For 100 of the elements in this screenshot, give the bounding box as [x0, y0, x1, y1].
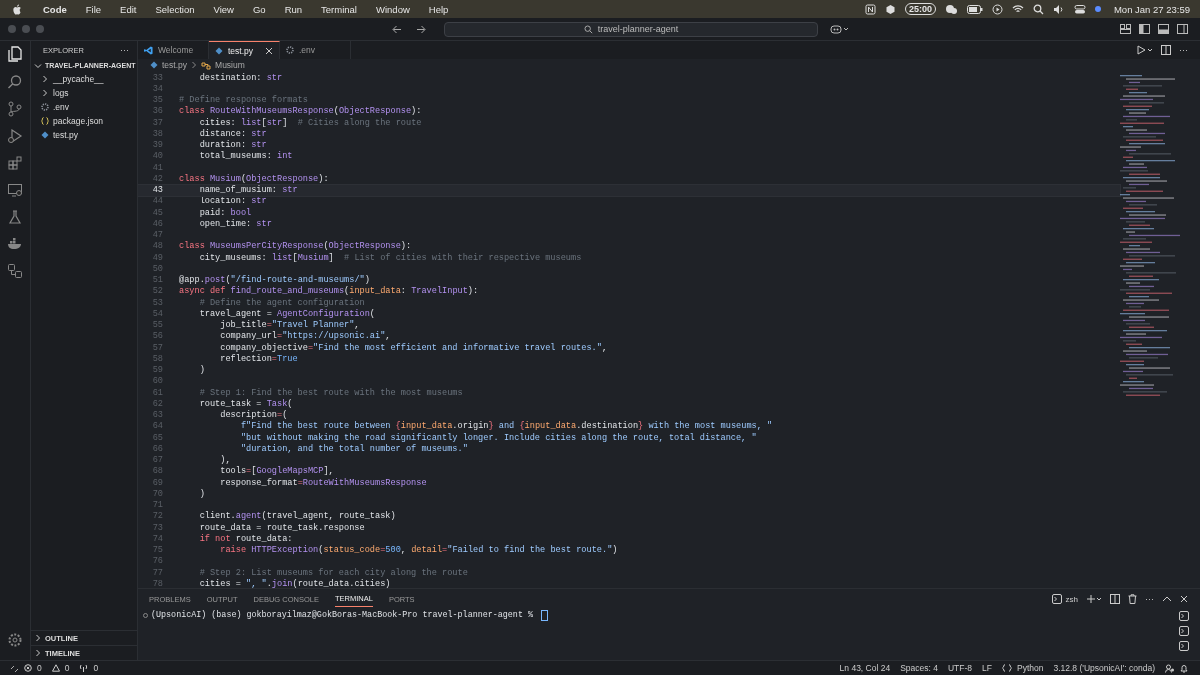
menu-item[interactable]: File — [85, 3, 102, 15]
menu-item[interactable]: Help — [428, 3, 449, 15]
explorer-entry[interactable]: test.py — [31, 128, 137, 142]
line-number: 51 — [151, 275, 163, 286]
cursor-position[interactable]: Ln 43, Col 24 — [839, 663, 891, 673]
code-line: # Define response formats — [179, 95, 308, 106]
line-number: 67 — [151, 455, 163, 466]
hexagon-icon[interactable] — [884, 3, 896, 15]
shell-name[interactable]: zsh — [1065, 594, 1078, 604]
remote-explorer-icon[interactable] — [7, 182, 23, 198]
control-center-icon[interactable] — [1073, 3, 1086, 15]
menu-item[interactable]: View — [213, 3, 234, 15]
terminal-icon[interactable] — [1179, 626, 1189, 636]
breadcrumb-item[interactable]: test.py — [162, 60, 188, 70]
run-icon[interactable] — [1137, 45, 1153, 55]
error-count[interactable]: 0 — [37, 663, 42, 673]
menu-item[interactable]: Window — [376, 3, 410, 15]
battery-icon[interactable] — [966, 4, 983, 14]
menu-item[interactable]: Run — [284, 3, 303, 15]
search-icon[interactable] — [7, 74, 23, 90]
settings-icon[interactable] — [7, 632, 23, 648]
siri-icon[interactable] — [1094, 6, 1101, 12]
close-icon[interactable] — [1180, 595, 1188, 603]
run-debug-icon[interactable] — [7, 128, 23, 144]
code-line: name_of_musium: str — [198, 185, 298, 196]
notion-icon[interactable] — [864, 3, 876, 15]
menu-item[interactable]: Edit — [120, 3, 137, 15]
line-number: 39 — [151, 140, 163, 151]
copilot-icon[interactable] — [830, 24, 850, 34]
chevron-up-icon[interactable] — [1162, 595, 1172, 603]
explorer-entry[interactable]: .env — [31, 100, 137, 114]
bell-icon[interactable] — [1180, 663, 1188, 673]
error-icon[interactable] — [24, 664, 32, 672]
play-circle-icon[interactable] — [991, 3, 1003, 15]
wifi-icon[interactable] — [1011, 4, 1024, 14]
more-actions-button[interactable]: ··· — [1179, 45, 1188, 55]
flask-icon[interactable] — [7, 209, 23, 225]
explorer-entry[interactable]: package.json — [31, 114, 137, 128]
split-terminal-icon[interactable] — [1110, 594, 1120, 604]
line-ending[interactable]: LF — [982, 663, 992, 673]
cloud-icon[interactable] — [944, 3, 958, 15]
terminal-icon[interactable] — [1179, 611, 1189, 621]
encoding[interactable]: UTF-8 — [948, 663, 973, 673]
sidebar-toggle-icon[interactable] — [1139, 24, 1150, 34]
editor-tab[interactable]: test.py — [209, 41, 280, 59]
gear-icon — [286, 46, 294, 54]
braces-icon[interactable] — [1002, 664, 1012, 672]
menu-item[interactable]: Terminal — [321, 3, 357, 15]
split-editor-icon[interactable] — [1161, 45, 1171, 55]
explorer-entry[interactable]: logs — [31, 86, 137, 100]
code-line: ) — [198, 365, 205, 376]
extensions-icon[interactable] — [7, 155, 23, 171]
trash-icon[interactable] — [1128, 594, 1137, 604]
terminal-icon[interactable] — [1179, 641, 1189, 651]
warning-icon[interactable] — [51, 664, 60, 672]
whale-icon[interactable] — [7, 236, 23, 252]
command-center-search[interactable]: travel-planner-agent — [444, 21, 818, 37]
apple-icon[interactable] — [12, 3, 22, 15]
code-line: class MuseumsPerCityResponse(ObjectResponse): — [179, 241, 412, 252]
menu-item[interactable]: Go — [252, 3, 266, 15]
back-arrow-icon[interactable] — [392, 24, 402, 34]
warning-count[interactable]: 0 — [64, 663, 70, 673]
terminal-cursor — [541, 609, 548, 621]
editor-tab[interactable]: .env — [280, 41, 351, 59]
panel-toggle-icon[interactable] — [1158, 24, 1169, 34]
more-actions-button[interactable]: ··· — [1145, 594, 1154, 604]
line-number: 76 — [151, 556, 163, 567]
forward-arrow-icon[interactable] — [416, 24, 426, 34]
layout-icon[interactable] — [1120, 24, 1131, 34]
speaker-icon[interactable] — [1052, 3, 1065, 15]
connected-squares-icon[interactable] — [7, 263, 23, 279]
more-actions-button[interactable]: ··· — [120, 45, 129, 55]
breadcrumb-item[interactable]: Musium — [215, 60, 245, 70]
search-icon[interactable] — [1032, 3, 1044, 15]
source-control-icon[interactable] — [7, 101, 23, 117]
indentation[interactable]: Spaces: 4 — [900, 663, 938, 673]
menu-item[interactable]: Selection — [155, 3, 195, 15]
antenna-icon[interactable] — [79, 664, 89, 672]
explorer-entry[interactable]: __pycache__ — [31, 72, 137, 86]
ports-count[interactable]: 0 — [93, 663, 99, 673]
menu-item[interactable]: Code — [43, 3, 67, 15]
line-number: 59 — [151, 365, 163, 376]
add-terminal-icon[interactable] — [1086, 594, 1102, 604]
code-line: response_format=RouteWithMuseumsResponse — [219, 477, 427, 488]
close-icon[interactable] — [265, 46, 273, 55]
line-number: 75 — [151, 545, 163, 556]
menu-clock[interactable]: Mon Jan 27 23:59 — [1113, 3, 1190, 15]
accounts-icon[interactable] — [1165, 663, 1175, 673]
line-number: 49 — [151, 252, 163, 263]
secondary-sidebar-icon[interactable] — [1177, 24, 1188, 34]
code-line: # Define the agent configuration — [198, 297, 365, 308]
language-mode[interactable]: Python — [1017, 663, 1044, 673]
remote-icon[interactable] — [10, 663, 19, 673]
python-interpreter[interactable]: 3.12.8 ('UpsonicAI': conda) — [1053, 663, 1155, 673]
code-line: ) — [198, 488, 205, 499]
terminal-icon — [1051, 594, 1062, 604]
python-file-icon — [215, 46, 223, 55]
line-number: 73 — [151, 522, 163, 533]
files-icon[interactable] — [6, 45, 24, 63]
chevron-icon — [191, 61, 198, 69]
